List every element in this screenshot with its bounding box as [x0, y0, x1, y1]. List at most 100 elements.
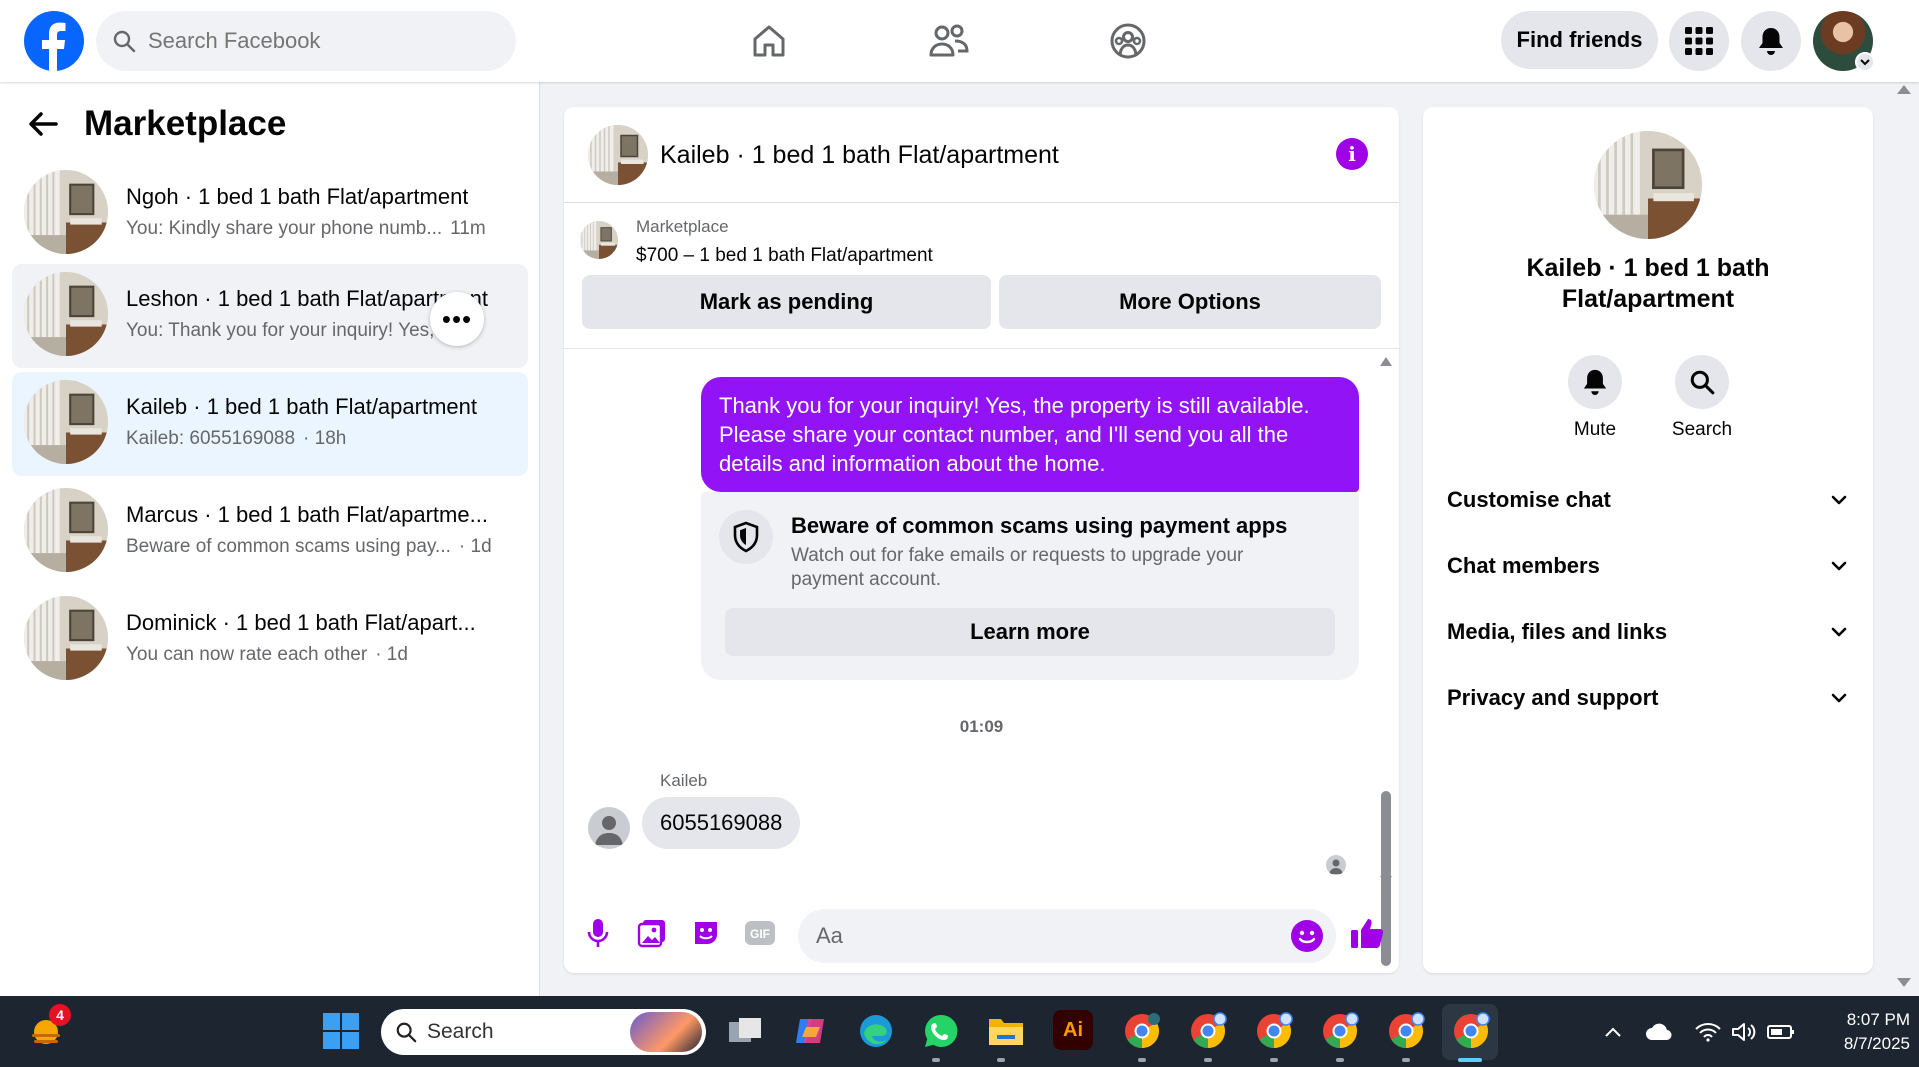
- chevron-down-icon: [1827, 488, 1851, 512]
- edge-browser-taskbar[interactable]: [855, 1010, 897, 1052]
- conversation-item-kaileb[interactable]: Kaileb · 1 bed 1 bath Flat/apartment Kai…: [12, 372, 528, 476]
- search-highlight-art: [630, 1012, 702, 1052]
- sticker-button[interactable]: [688, 915, 724, 951]
- listing-small-thumbnail[interactable]: [580, 221, 618, 259]
- search-icon: [1675, 355, 1729, 409]
- page-scroll-down-arrow-icon[interactable]: [1897, 978, 1911, 988]
- cloud-icon: [1646, 1023, 1672, 1041]
- adobe-illustrator-taskbar[interactable]: Ai: [1053, 1010, 1093, 1050]
- gif-button[interactable]: GIF: [742, 915, 778, 951]
- copilot-icon: [796, 1019, 824, 1043]
- media-files-links-section[interactable]: Media, files and links: [1447, 604, 1851, 660]
- conversation-preview: Kaileb: 6055169088 · 18h: [126, 428, 347, 449]
- learn-more-button[interactable]: Learn more: [725, 608, 1335, 656]
- task-view-button[interactable]: [724, 1010, 766, 1052]
- info-listing-thumbnail[interactable]: [1594, 131, 1702, 239]
- customise-chat-section[interactable]: Customise chat: [1447, 472, 1851, 528]
- friends-nav-button[interactable]: [924, 16, 974, 66]
- running-indicator: [1270, 1058, 1278, 1062]
- info-title: Kaileb · 1 bed 1 bath Flat/apartment: [1526, 254, 1770, 313]
- start-button[interactable]: [320, 1010, 362, 1052]
- mark-as-pending-button[interactable]: Mark as pending: [582, 275, 991, 329]
- scroll-up-arrow-icon[interactable]: [1380, 356, 1392, 366]
- chat-title[interactable]: Kaileb · 1 bed 1 bath Flat/apartment: [660, 141, 1059, 170]
- battery-tray-button[interactable]: [1767, 1018, 1795, 1046]
- more-options-button[interactable]: More Options: [999, 275, 1381, 329]
- chat-listing-thumbnail[interactable]: [588, 125, 648, 185]
- account-chevron-down-icon[interactable]: [1855, 52, 1875, 72]
- listing-thumbnail: [24, 170, 108, 254]
- grid-menu-icon: [1685, 27, 1713, 55]
- voice-clip-button[interactable]: [580, 915, 616, 951]
- chrome-icon: [1323, 1012, 1359, 1048]
- whatsapp-taskbar[interactable]: [920, 1010, 962, 1052]
- emoji-icon[interactable]: [1291, 920, 1323, 952]
- show-hidden-icons-button[interactable]: [1599, 1018, 1627, 1046]
- chevron-down-icon: [1827, 554, 1851, 578]
- conversation-item-ngoh[interactable]: Ngoh · 1 bed 1 bath Flat/apartment You: …: [12, 162, 528, 266]
- conversation-item-marcus[interactable]: Marcus · 1 bed 1 bath Flat/apartme... Be…: [12, 480, 528, 584]
- task-view-icon: [729, 1018, 761, 1042]
- sidebar-title: Marketplace: [84, 104, 287, 143]
- chrome-window-3[interactable]: [1253, 1010, 1295, 1052]
- chat-scrollbar[interactable]: [1379, 356, 1393, 966]
- sender-avatar[interactable]: [588, 807, 630, 849]
- find-friends-button[interactable]: Find friends: [1501, 11, 1658, 69]
- conversation-options-button[interactable]: •••: [430, 292, 484, 346]
- chrome-window-5[interactable]: [1385, 1010, 1427, 1052]
- send-like-button[interactable]: [1349, 915, 1385, 951]
- copilot-button[interactable]: [789, 1010, 831, 1052]
- scam-warning-card: Beware of common scams using payment app…: [701, 492, 1359, 680]
- scroll-down-arrow-icon[interactable]: [1380, 876, 1392, 886]
- wifi-tray-button[interactable]: [1694, 1018, 1722, 1046]
- onedrive-tray-button[interactable]: [1645, 1018, 1673, 1046]
- running-indicator: [1138, 1058, 1146, 1062]
- sender-name: Kaileb: [660, 771, 708, 790]
- conversation-item-dominick[interactable]: Dominick · 1 bed 1 bath Flat/apart... Yo…: [12, 588, 528, 692]
- chrome-window-1[interactable]: [1121, 1010, 1163, 1052]
- file-explorer-taskbar[interactable]: [985, 1010, 1027, 1052]
- taskbar-search-box[interactable]: Search: [381, 1009, 706, 1055]
- notifications-button[interactable]: [1741, 11, 1801, 71]
- chrome-window-2[interactable]: [1187, 1010, 1229, 1052]
- home-nav-button[interactable]: [744, 16, 794, 66]
- listing-label: Marketplace: [636, 217, 729, 236]
- outgoing-message-bubble[interactable]: Thank you for your inquiry! Yes, the pro…: [701, 377, 1359, 492]
- back-arrow-icon[interactable]: [28, 111, 58, 137]
- bell-icon: [1568, 355, 1622, 409]
- chat-panel: Kaileb · 1 bed 1 bath Flat/apartment i M…: [564, 107, 1399, 973]
- page-scroll-up-arrow-icon[interactable]: [1897, 84, 1911, 94]
- volume-tray-button[interactable]: [1730, 1018, 1758, 1046]
- conversation-info-icon[interactable]: i: [1336, 138, 1368, 170]
- attach-media-button[interactable]: [634, 915, 670, 951]
- conversation-item-leshon[interactable]: Leshon · 1 bed 1 bath Flat/apartment You…: [12, 264, 528, 368]
- chrome-window-6-active[interactable]: [1450, 1010, 1492, 1052]
- shield-icon: [719, 510, 773, 564]
- conversation-preview: You: Thank you for your inquiry! Yes,...…: [126, 320, 474, 341]
- running-indicator: [932, 1058, 940, 1062]
- message-input[interactable]: [798, 909, 1336, 963]
- whatsapp-icon: [925, 1014, 958, 1047]
- conversation-title: Kaileb · 1 bed 1 bath Flat/apartment: [126, 394, 477, 419]
- chat-members-section[interactable]: Chat members: [1447, 538, 1851, 594]
- privacy-support-section[interactable]: Privacy and support: [1447, 670, 1851, 726]
- listing-price[interactable]: $700 – 1 bed 1 bath Flat/apartment: [636, 245, 933, 267]
- battery-icon: [1767, 1025, 1794, 1039]
- facebook-search-input[interactable]: [148, 28, 488, 54]
- menu-button[interactable]: [1669, 11, 1729, 71]
- groups-nav-button[interactable]: [1103, 16, 1153, 66]
- listing-summary: Marketplace $700 – 1 bed 1 bath Flat/apa…: [564, 203, 1399, 349]
- facebook-logo[interactable]: [24, 11, 84, 71]
- search-in-conversation-action[interactable]: Search: [1662, 355, 1742, 441]
- facebook-search-box[interactable]: [96, 11, 516, 71]
- incoming-message-bubble[interactable]: 6055169088: [642, 797, 801, 849]
- chrome-window-4[interactable]: [1319, 1010, 1361, 1052]
- system-clock[interactable]: 8:07 PM 8/7/2025: [1810, 1008, 1910, 1056]
- conversation-title: Marcus · 1 bed 1 bath Flat/apartme...: [126, 502, 488, 527]
- mute-label: Mute: [1573, 419, 1617, 440]
- friends-icon: [929, 24, 969, 57]
- mute-action[interactable]: Mute: [1555, 355, 1635, 441]
- taskbar-search-label: Search: [427, 1020, 494, 1043]
- chat-header: Kaileb · 1 bed 1 bath Flat/apartment i: [564, 107, 1399, 203]
- scam-warning-title: Beware of common scams using payment app…: [791, 513, 1288, 538]
